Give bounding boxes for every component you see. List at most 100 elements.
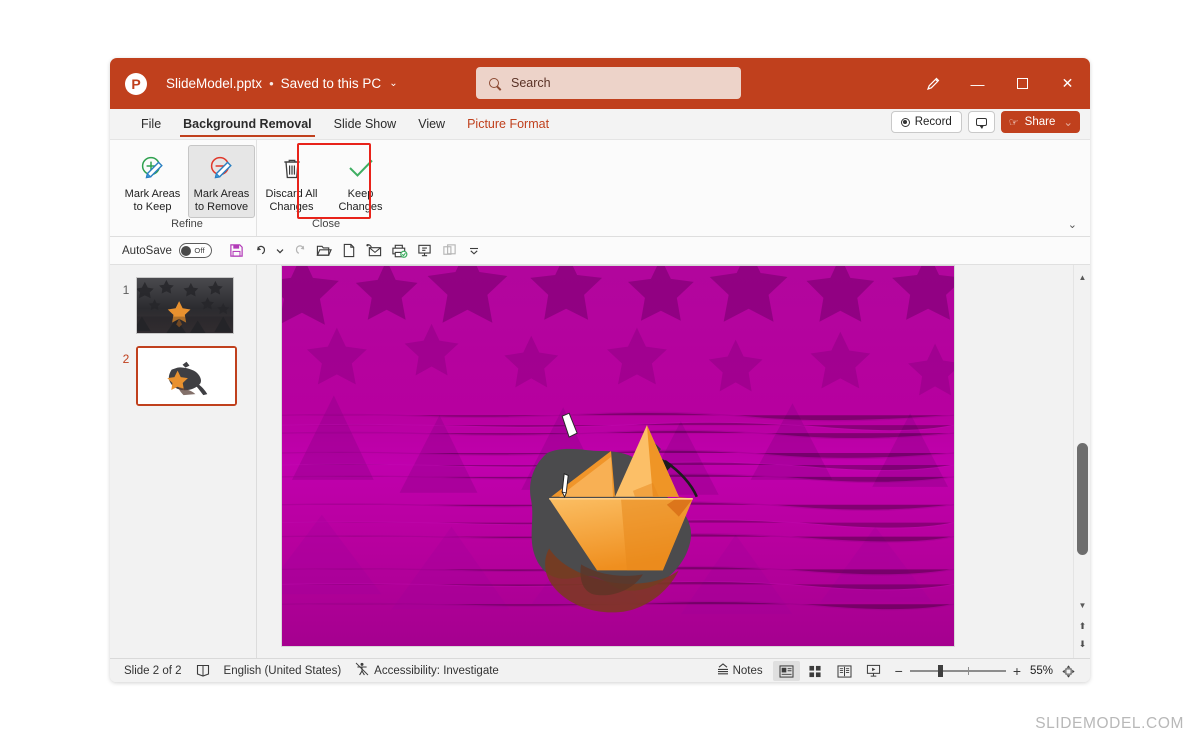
thumbnail-number: 2 <box>122 352 130 366</box>
toggle-knob <box>181 245 192 256</box>
tab-picture-format[interactable]: Picture Format <box>456 114 560 135</box>
pencil-cursor-icon <box>560 473 572 499</box>
discard-all-changes-button[interactable]: Discard All Changes <box>258 145 325 218</box>
tab-slide-show[interactable]: Slide Show <box>323 114 408 135</box>
normal-view-icon[interactable] <box>772 661 800 681</box>
slide-indicator[interactable]: Slide 2 of 2 <box>124 665 182 677</box>
zoom-slider[interactable]: − + <box>895 664 1021 678</box>
tab-file[interactable]: File <box>130 114 172 135</box>
status-bar-right: Notes − + 55% <box>712 659 1082 682</box>
reading-view-icon[interactable] <box>831 661 858 681</box>
chevron-down-icon[interactable]: ⌄ <box>1063 115 1073 129</box>
ribbon-tab-bar: File Background Removal Slide Show View … <box>110 109 1090 139</box>
autosave-toggle[interactable]: Off <box>178 243 212 258</box>
zoom-in-button[interactable]: + <box>1013 664 1021 678</box>
search-input[interactable]: Search <box>476 67 741 99</box>
mark-keep-icon <box>137 152 169 186</box>
list-item[interactable]: 1 <box>110 277 256 346</box>
present-icon[interactable] <box>412 240 437 262</box>
print-icon[interactable] <box>387 240 412 262</box>
scroll-down-arrow-icon[interactable]: ▼ <box>1074 597 1090 614</box>
minimize-button[interactable]: — <box>955 58 1000 109</box>
zoom-track[interactable] <box>909 665 1006 677</box>
slide-show-icon[interactable] <box>860 661 887 681</box>
mark-areas-to-remove-label: Mark Areas to Remove <box>193 188 250 213</box>
ribbon-group-label-close: Close <box>311 218 341 230</box>
record-label: Record <box>914 116 952 128</box>
autosave-state: Off <box>194 246 205 255</box>
mark-areas-to-remove-button[interactable]: Mark Areas to Remove <box>188 145 255 218</box>
notes-page-icon[interactable] <box>196 664 210 677</box>
notes-button[interactable]: Notes <box>712 663 771 679</box>
vertical-scrollbar[interactable]: ▲ ▼ ⬆ ⬇ <box>1073 265 1090 658</box>
save-icon[interactable] <box>224 240 249 262</box>
mark-remove-icon <box>206 152 238 186</box>
status-bar: Slide 2 of 2 English (United States) Acc… <box>110 658 1090 682</box>
zoom-handle[interactable] <box>937 665 943 677</box>
ribbon-group-label-refine: Refine <box>171 218 203 230</box>
language-indicator[interactable]: English (United States) <box>224 665 342 677</box>
slide-canvas[interactable] <box>281 265 955 647</box>
undo-icon[interactable] <box>249 240 274 262</box>
mark-areas-to-keep-button[interactable]: Mark Areas to Keep <box>119 145 186 218</box>
thumbnail-number: 1 <box>122 283 130 297</box>
share-button[interactable]: ☞ Share ⌄ <box>1000 111 1080 133</box>
open-folder-icon[interactable] <box>312 240 337 262</box>
pen-icon[interactable] <box>910 58 955 109</box>
accessibility-icon <box>355 662 369 679</box>
checkmark-icon <box>345 152 377 186</box>
ribbon-group-close: Discard All Changes Keep Changes Close <box>257 140 395 236</box>
scroll-up-arrow-icon[interactable]: ▲ <box>1074 269 1090 286</box>
document-title: SlideModel.pptx <box>166 76 263 91</box>
tab-background-removal[interactable]: Background Removal <box>172 114 323 137</box>
record-dot-icon <box>900 117 910 127</box>
slide-sorter-icon[interactable] <box>802 661 829 681</box>
previous-slide-icon[interactable]: ⬆ <box>1074 619 1090 634</box>
trash-icon <box>277 152 307 186</box>
zoom-level-label: 55% <box>1029 665 1053 677</box>
keep-changes-button[interactable]: Keep Changes <box>327 145 394 218</box>
slide-thumbnail-1[interactable] <box>136 277 234 334</box>
new-file-icon[interactable] <box>337 240 362 262</box>
slide-thumbnail-pane[interactable]: 1 2 <box>110 265 257 658</box>
close-button[interactable]: ✕ <box>1045 58 1090 109</box>
chevron-down-icon[interactable]: ⌄ <box>389 78 397 89</box>
slide-thumbnail-2[interactable] <box>136 346 237 406</box>
ribbon-actions: Record ☞ Share ⌄ <box>890 111 1080 133</box>
duplicate-icon[interactable] <box>437 240 462 262</box>
list-item[interactable]: 2 <box>110 346 256 418</box>
tab-view[interactable]: View <box>407 114 456 135</box>
ribbon-group-refine: Mark Areas to Keep Mark Areas to Remove <box>118 140 257 236</box>
save-state-label: Saved to this PC <box>280 76 382 91</box>
zoom-midpoint-tick <box>967 667 970 675</box>
maximize-button[interactable] <box>1000 58 1045 109</box>
mark-areas-to-keep-label: Mark Areas to Keep <box>124 188 181 213</box>
more-chevron-icon[interactable] <box>462 240 487 262</box>
record-button[interactable]: Record <box>890 111 962 133</box>
collapse-ribbon-button[interactable]: ⌄ <box>1068 218 1077 231</box>
title-separator: • <box>269 76 274 91</box>
powerpoint-window: P SlideModel.pptx • Saved to this PC ⌄ S… <box>110 58 1090 682</box>
fit-to-window-icon[interactable] <box>1055 661 1082 681</box>
background-removal-preview <box>282 266 954 646</box>
thumbnail-image <box>138 348 235 404</box>
accessibility-status[interactable]: Accessibility: Investigate <box>355 662 499 679</box>
zoom-out-button[interactable]: − <box>895 664 903 678</box>
comments-button[interactable] <box>967 111 995 133</box>
title-bar: P SlideModel.pptx • Saved to this PC ⌄ S… <box>110 58 1090 109</box>
watermark: SLIDEMODEL.COM <box>1035 715 1184 732</box>
chevron-down-icon[interactable] <box>274 240 287 262</box>
ribbon-body: Mark Areas to Keep Mark Areas to Remove <box>110 139 1090 237</box>
powerpoint-logo-icon: P <box>125 72 147 95</box>
window-controls: — ✕ <box>910 58 1090 109</box>
keep-changes-label: Keep Changes <box>338 188 383 213</box>
redo-icon[interactable] <box>287 240 312 262</box>
thumbnail-image <box>137 278 233 333</box>
email-icon[interactable] <box>362 240 387 262</box>
discard-all-changes-label: Discard All Changes <box>265 188 318 213</box>
document-title-group[interactable]: SlideModel.pptx • Saved to this PC ⌄ <box>166 76 398 91</box>
next-slide-icon[interactable]: ⬇ <box>1074 637 1090 652</box>
scrollbar-thumb[interactable] <box>1077 443 1088 555</box>
share-label: Share <box>1024 116 1056 128</box>
quick-access-toolbar: AutoSave Off <box>110 237 1090 265</box>
